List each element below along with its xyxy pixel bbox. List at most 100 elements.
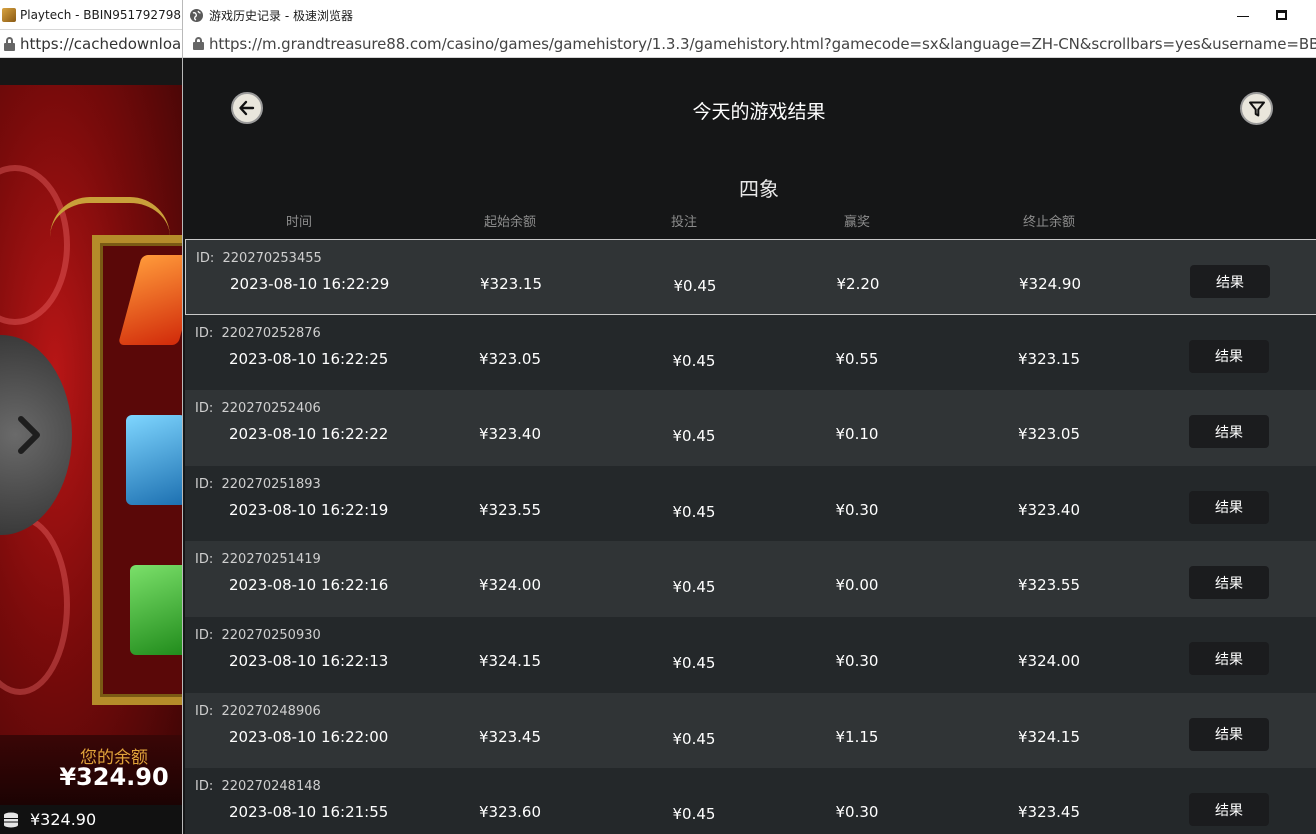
game-artwork bbox=[0, 85, 183, 805]
end-balance: ¥323.05 bbox=[1017, 425, 1081, 444]
result-button[interactable]: 结果 bbox=[1190, 265, 1270, 298]
win-amount: ¥0.30 bbox=[835, 652, 879, 670]
playtech-favicon-icon bbox=[2, 7, 16, 22]
end-balance: ¥324.15 bbox=[1017, 727, 1081, 746]
bet-amount: ¥0.45 bbox=[672, 502, 716, 521]
round-id-prefix: ID: bbox=[195, 476, 214, 492]
round-id-prefix: ID: bbox=[196, 251, 215, 266]
background-url[interactable]: https://cachedownload.c bbox=[20, 35, 204, 53]
win-amount: ¥2.20 bbox=[836, 275, 880, 293]
round-id: ID: 220270251893 bbox=[195, 477, 321, 492]
bet-amount: ¥0.45 bbox=[673, 277, 717, 295]
page-header: 今天的游戏结果 四象 时间 起始余额 投注 赢奖 终止余额 bbox=[183, 59, 1316, 239]
result-button[interactable]: 结果 bbox=[1189, 415, 1269, 449]
bet-amount: ¥0.45 bbox=[672, 729, 716, 748]
coins-icon bbox=[2, 812, 20, 828]
column-header-start-balance: 起始余额 bbox=[483, 215, 536, 230]
round-time: 2023-08-10 16:22:13 bbox=[229, 652, 389, 670]
win-amount: ¥0.55 bbox=[835, 349, 879, 368]
bet-amount: ¥0.45 bbox=[672, 351, 716, 370]
start-balance: ¥323.40 bbox=[478, 425, 542, 444]
end-balance: ¥324.90 bbox=[1018, 275, 1082, 293]
filter-button[interactable] bbox=[1240, 92, 1273, 125]
result-button[interactable]: 结果 bbox=[1189, 490, 1269, 524]
start-balance: ¥323.05 bbox=[478, 349, 542, 368]
page-title: 今天的游戏结果 bbox=[692, 101, 826, 123]
game-bottom-bar: ¥324.90 bbox=[0, 805, 183, 834]
next-page-button[interactable] bbox=[0, 335, 72, 535]
bet-amount: ¥0.45 bbox=[672, 805, 716, 824]
round-id: ID: 220270252406 bbox=[195, 401, 321, 416]
start-balance: ¥323.15 bbox=[479, 275, 543, 293]
column-header-end-balance: 终止余额 bbox=[1022, 215, 1075, 230]
lock-icon bbox=[4, 36, 16, 51]
round-time: 2023-08-10 16:22:29 bbox=[230, 275, 390, 293]
round-id: ID: 220270253455 bbox=[196, 251, 322, 266]
chevron-right-icon bbox=[18, 416, 40, 454]
round-id-value: 220270251419 bbox=[221, 552, 321, 568]
result-button[interactable]: 结果 bbox=[1189, 717, 1269, 751]
round-id-value: 220270252876 bbox=[221, 325, 321, 341]
win-amount: ¥0.00 bbox=[835, 576, 879, 595]
bottom-balance: ¥324.90 bbox=[30, 810, 97, 829]
round-time: 2023-08-10 16:22:00 bbox=[229, 727, 389, 746]
result-button[interactable]: 结果 bbox=[1189, 642, 1269, 675]
balance-panel: 您的余额 ¥324.90 bbox=[0, 735, 183, 805]
round-id: ID: 220270252876 bbox=[195, 326, 321, 341]
round-id-prefix: ID: bbox=[195, 703, 214, 719]
column-header-bet: 投注 bbox=[670, 215, 697, 230]
table-row[interactable]: ID: 220270250930 2023-08-10 16:22:13 ¥324.… bbox=[185, 617, 1316, 693]
minimize-button[interactable] bbox=[1223, 0, 1263, 30]
round-time: 2023-08-10 16:21:55 bbox=[229, 803, 389, 822]
round-id-value: 220270253455 bbox=[222, 251, 322, 266]
round-id-prefix: ID: bbox=[195, 552, 214, 568]
start-balance: ¥323.45 bbox=[478, 727, 542, 746]
win-amount: ¥0.10 bbox=[835, 425, 879, 444]
dragon-decoration bbox=[0, 515, 70, 695]
round-id-prefix: ID: bbox=[195, 628, 214, 643]
gold-dragon-ornament bbox=[50, 197, 170, 237]
result-button[interactable]: 结果 bbox=[1189, 793, 1269, 827]
globe-icon bbox=[190, 8, 203, 22]
url-text[interactable]: https://m.grandtreasure88.com/casino/gam… bbox=[209, 35, 1316, 53]
round-id-value: 220270252406 bbox=[221, 401, 321, 417]
win-amount: ¥0.30 bbox=[835, 500, 879, 519]
maximize-icon bbox=[1275, 10, 1287, 20]
table-row[interactable]: ID: 220270253455 2023-08-10 16:22:29 ¥323.… bbox=[185, 239, 1316, 315]
filter-icon bbox=[1248, 101, 1265, 116]
game-history-window: 游戏历史记录 - 极速浏览器 https://m.grandtreasure88… bbox=[182, 0, 1316, 834]
start-balance: ¥323.55 bbox=[478, 500, 542, 519]
win-amount: ¥1.15 bbox=[835, 727, 879, 746]
start-balance: ¥324.15 bbox=[478, 652, 542, 670]
green-symbol-tile bbox=[130, 565, 183, 655]
game-top-strip bbox=[0, 58, 183, 85]
window-title-bar[interactable]: 游戏历史记录 - 极速浏览器 bbox=[183, 0, 1316, 30]
round-id-value: 220270248906 bbox=[221, 703, 321, 719]
round-id: ID: 220270251419 bbox=[195, 552, 321, 567]
address-bar[interactable]: https://m.grandtreasure88.com/casino/gam… bbox=[183, 30, 1316, 58]
dragon-decoration bbox=[0, 165, 70, 325]
bet-amount: ¥0.45 bbox=[672, 654, 716, 672]
table-row[interactable]: ID: 220270251893 2023-08-10 16:22:19 ¥323.… bbox=[185, 465, 1316, 542]
table-row[interactable]: ID: 220270248148 2023-08-10 16:21:55 ¥323.… bbox=[185, 768, 1316, 834]
result-button[interactable]: 结果 bbox=[1189, 339, 1269, 373]
round-time: 2023-08-10 16:22:16 bbox=[229, 576, 389, 595]
table-row[interactable]: ID: 220270252406 2023-08-10 16:22:22 ¥323.… bbox=[185, 390, 1316, 466]
result-button[interactable]: 结果 bbox=[1189, 566, 1269, 600]
window-title: 游戏历史记录 - 极速浏览器 bbox=[209, 8, 353, 23]
round-time: 2023-08-10 16:22:19 bbox=[229, 500, 389, 519]
lock-icon bbox=[193, 37, 204, 50]
table-row[interactable]: ID: 220270248906 2023-08-10 16:22:00 ¥323.… bbox=[185, 692, 1316, 769]
round-id: ID: 220270250930 bbox=[195, 628, 321, 643]
round-id-prefix: ID: bbox=[195, 325, 214, 341]
blue-symbol-tile bbox=[126, 415, 183, 505]
start-balance: ¥324.00 bbox=[478, 576, 542, 595]
end-balance: ¥323.55 bbox=[1017, 576, 1081, 595]
table-row[interactable]: ID: 220270251419 2023-08-10 16:22:16 ¥324.… bbox=[185, 541, 1316, 617]
maximize-button[interactable] bbox=[1261, 0, 1301, 30]
round-id-value: 220270250930 bbox=[221, 628, 321, 643]
table-row[interactable]: ID: 220270252876 2023-08-10 16:22:25 ¥323.… bbox=[185, 314, 1316, 391]
end-balance: ¥323.40 bbox=[1017, 500, 1081, 519]
background-window-title: Playtech - BBIN951792798 - bbox=[20, 7, 190, 22]
round-id-value: 220270248148 bbox=[221, 779, 321, 795]
